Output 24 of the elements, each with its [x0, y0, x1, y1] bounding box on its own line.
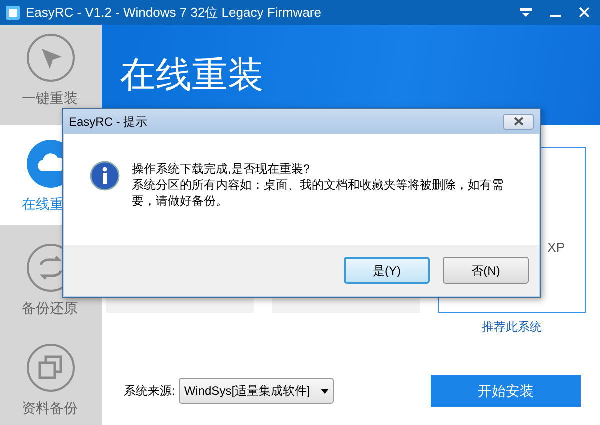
recommend-link[interactable]: 推荐此系统: [482, 318, 542, 336]
sidebar-label: 在线重: [22, 196, 65, 212]
close-icon: [514, 117, 524, 126]
dialog-message: 操作系统下载完成,是否现在重装?: [132, 161, 312, 177]
dialog-message: 系统分区的所有内容如：桌面、我的文档和收藏夹等将被删除，如有需要，请做好备份。: [132, 177, 505, 209]
info-icon: [90, 161, 120, 191]
sidebar-label: 资料备份: [22, 400, 79, 416]
dialog-button[interactable]: 否(N): [443, 257, 529, 284]
window-title: EasyRC - V1.2 - Windows 7 32位 Legacy Firmware: [26, 4, 322, 22]
app-icon: [6, 6, 20, 20]
dialog-button[interactable]: 是(Y): [344, 257, 430, 284]
copy-icon: [26, 343, 76, 393]
source-label: 系统来源:: [124, 383, 176, 400]
source-dropdown[interactable]: WindSys[适量集成软件]: [179, 378, 334, 404]
dialog-close-button[interactable]: [503, 114, 534, 130]
close-icon[interactable]: [579, 7, 590, 18]
start-install-button[interactable]: 开始安装: [431, 375, 581, 407]
menu-icon[interactable]: [520, 8, 532, 18]
pointer-icon: [26, 33, 76, 83]
caret-icon: [321, 388, 330, 394]
sidebar-label: 备份还原: [22, 300, 79, 316]
sidebar-label: 一键重装: [22, 90, 79, 106]
page-title: 在线重装: [120, 53, 264, 97]
system-name: XP: [548, 239, 565, 258]
